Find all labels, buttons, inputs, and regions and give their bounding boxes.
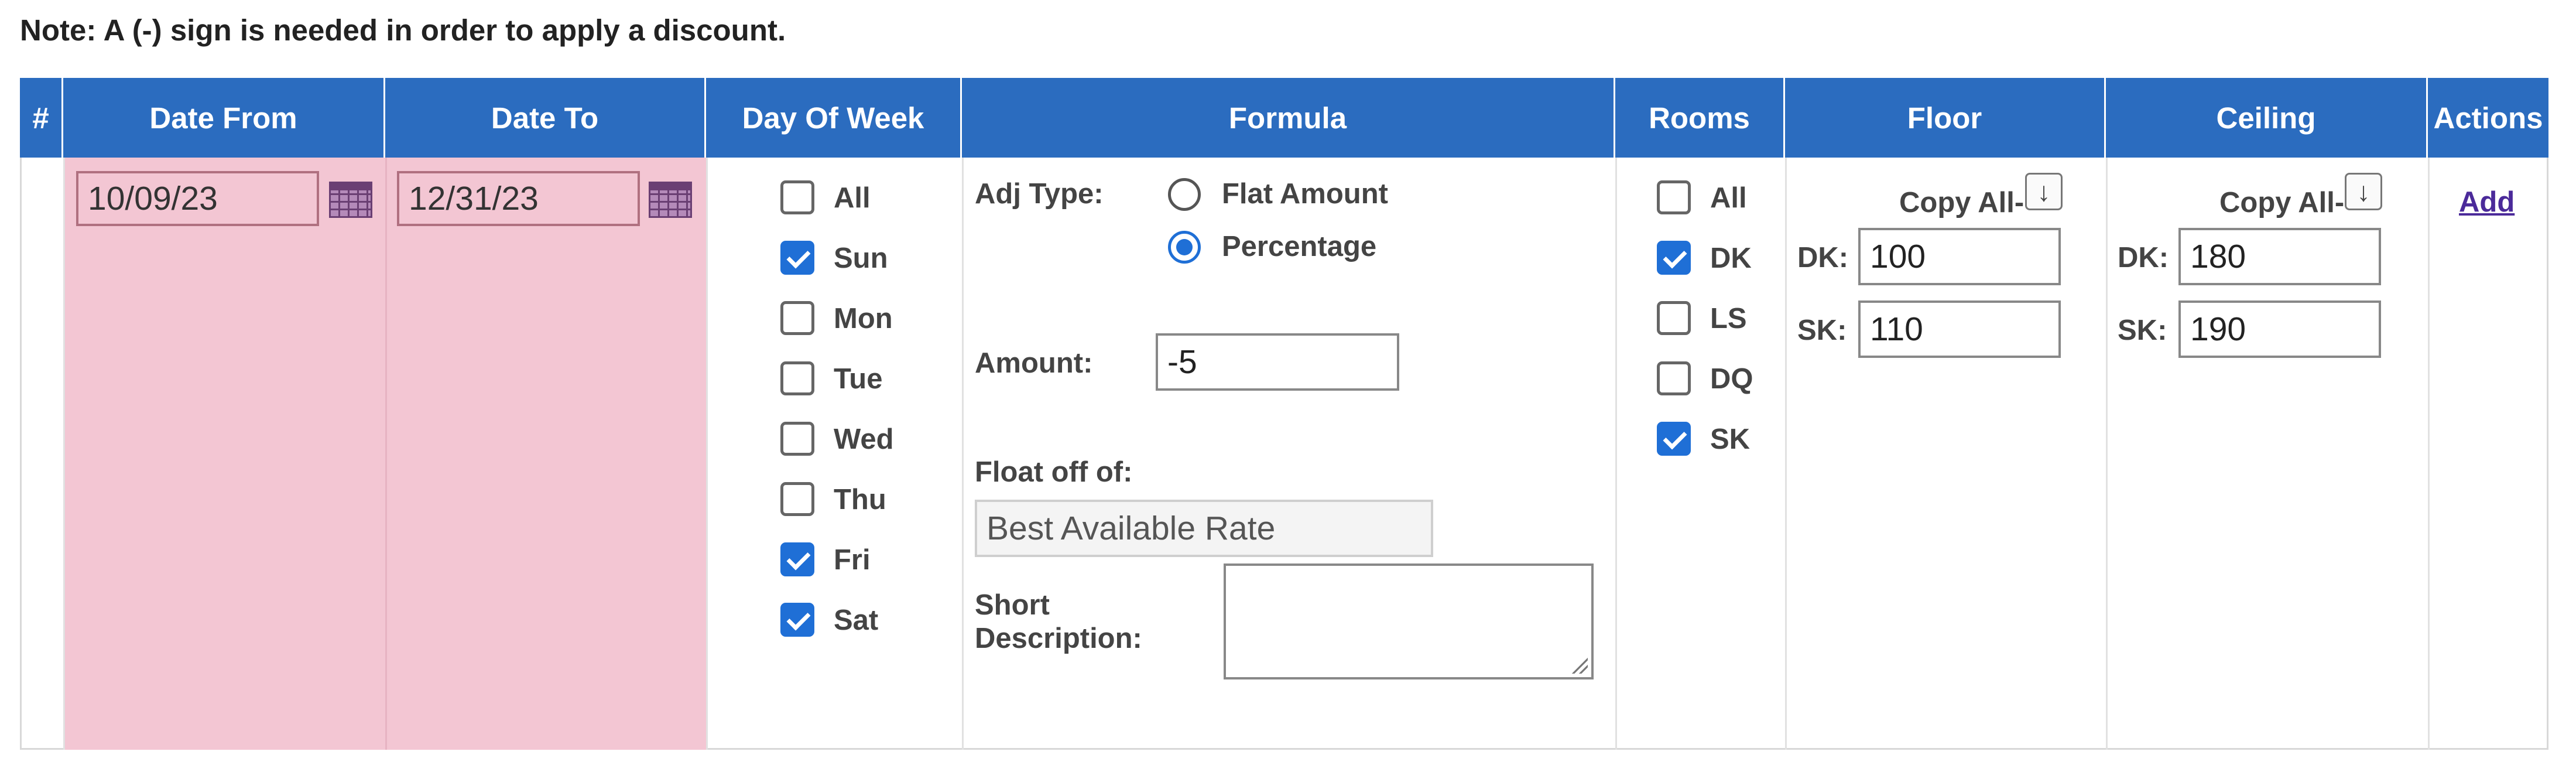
calendar-icon[interactable] — [649, 182, 692, 218]
floor-copy-all-arrow-down-icon[interactable]: ↓ — [2025, 173, 2063, 210]
radio-percentage[interactable] — [1168, 231, 1201, 264]
day-checkbox-mon[interactable] — [780, 301, 814, 335]
floor-dk-label: DK: — [1797, 242, 1849, 274]
floor-copy-all-label: Copy All- — [1899, 187, 2025, 218]
room-checkbox-all[interactable] — [1657, 180, 1691, 214]
day-label: Mon — [834, 303, 893, 334]
ceiling-sk-label: SK: — [2118, 315, 2167, 346]
radio-flat-amount[interactable] — [1168, 178, 1201, 211]
col-header-day-of-week: Day Of Week — [706, 78, 962, 158]
room-checkbox-dq[interactable] — [1657, 361, 1691, 395]
room-label: SK — [1710, 424, 1751, 455]
float-off-field: Best Available Rate — [975, 500, 1433, 557]
floor-sk-input[interactable]: 110 — [1858, 300, 2061, 358]
day-checkbox-sun[interactable] — [780, 241, 814, 275]
room-checkbox-ls[interactable] — [1657, 301, 1691, 335]
short-description-label: Short Description: — [975, 589, 1142, 654]
col-header-rooms: Rooms — [1615, 78, 1785, 158]
day-checkbox-thu[interactable] — [780, 482, 814, 516]
day-label: Thu — [834, 484, 886, 515]
day-label: Tue — [834, 363, 883, 395]
col-header-number: # — [20, 78, 63, 158]
room-label: DK — [1710, 243, 1752, 274]
ceiling-dk-label: DK: — [2118, 242, 2169, 274]
resize-handle-icon[interactable] — [1570, 656, 1588, 674]
radio-label-flat-amount: Flat Amount — [1222, 178, 1388, 210]
day-label: Wed — [834, 424, 894, 455]
day-checkbox-sat[interactable] — [780, 603, 814, 637]
day-checkbox-tue[interactable] — [780, 361, 814, 395]
room-checkbox-sk[interactable] — [1657, 422, 1691, 456]
room-label: All — [1710, 182, 1747, 214]
date-to-input[interactable]: 12/31/23 — [397, 171, 640, 226]
room-checkbox-dk[interactable] — [1657, 241, 1691, 275]
day-label: Sat — [834, 605, 879, 636]
day-label: All — [834, 182, 871, 214]
column-divider — [2428, 158, 2430, 750]
room-label: DQ — [1710, 363, 1753, 395]
add-link[interactable]: Add — [2459, 186, 2515, 218]
column-divider — [706, 158, 708, 750]
column-divider — [1615, 158, 1617, 750]
col-header-actions: Actions — [2428, 78, 2548, 158]
day-checkbox-wed[interactable] — [780, 422, 814, 456]
col-header-floor: Floor — [1785, 78, 2106, 158]
column-divider — [385, 158, 387, 750]
col-header-formula: Formula — [962, 78, 1615, 158]
day-checkbox-all[interactable] — [780, 180, 814, 214]
calendar-icon[interactable] — [329, 182, 372, 218]
column-divider — [63, 158, 65, 750]
ceiling-dk-input[interactable]: 180 — [2178, 228, 2381, 285]
day-label: Sun — [834, 243, 888, 274]
ceiling-copy-all-arrow-down-icon[interactable]: ↓ — [2345, 173, 2382, 210]
date-cell-highlight — [63, 158, 706, 750]
adj-type-label: Adj Type: — [975, 178, 1104, 210]
day-label: Fri — [834, 544, 871, 576]
float-off-label: Float off of: — [975, 456, 1133, 488]
amount-input[interactable]: -5 — [1156, 333, 1399, 391]
day-checkbox-fri[interactable] — [780, 542, 814, 576]
ceiling-copy-all-label: Copy All- — [2219, 187, 2345, 218]
discount-note: Note: A (-) sign is needed in order to a… — [20, 13, 786, 47]
date-from-input[interactable]: 10/09/23 — [76, 171, 319, 226]
room-label: LS — [1710, 303, 1747, 334]
floor-dk-input[interactable]: 100 — [1858, 228, 2061, 285]
column-divider — [962, 158, 964, 750]
column-divider — [2106, 158, 2108, 750]
short-description-textarea[interactable] — [1224, 563, 1594, 679]
floor-sk-label: SK: — [1797, 315, 1847, 346]
col-header-date-from: Date From — [63, 78, 385, 158]
radio-label-percentage: Percentage — [1222, 231, 1377, 262]
column-divider — [1785, 158, 1787, 750]
amount-label: Amount: — [975, 347, 1093, 379]
col-header-ceiling: Ceiling — [2106, 78, 2428, 158]
col-header-date-to: Date To — [385, 78, 706, 158]
ceiling-sk-input[interactable]: 190 — [2178, 300, 2381, 358]
